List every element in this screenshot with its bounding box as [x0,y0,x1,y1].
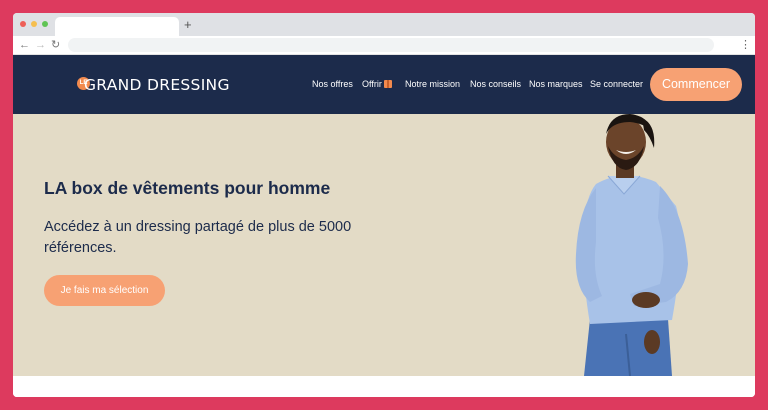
browser-window: + ← → ↻ ⋮ LE GRAND DRESSING Nos offres O… [13,13,755,397]
new-tab-button[interactable]: + [184,16,192,33]
hero-subtitle: Accédez à un dressing partagé de plus de… [44,219,352,256]
reload-icon[interactable]: ↻ [51,38,60,52]
nav-item-notre-mission[interactable]: Notre mission [405,55,460,114]
browser-toolbar: ← → ↻ ⋮ [13,36,755,55]
address-bar[interactable] [68,38,714,52]
arrow-left-icon[interactable]: ← [19,38,30,52]
nav-item-se-connecter[interactable]: Se connecter [590,55,643,114]
model-photo [575,114,688,376]
close-window-button[interactable] [20,21,26,27]
tab-bar: + [13,13,755,36]
kebab-menu-icon[interactable]: ⋮ [740,38,751,52]
below-fold-area [13,376,755,397]
nav-item-offrir[interactable]: Offrir [362,55,392,114]
logo-text: GRAND DRESSING [84,76,230,94]
commencer-button[interactable]: Commencer [650,68,742,101]
minimize-window-button[interactable] [31,21,37,27]
hero-title: LA box de vêtements pour homme [44,178,331,198]
site-header: LE GRAND DRESSING Nos offres Offrir Notr… [13,55,755,114]
selection-button[interactable]: Je fais ma sélection [44,275,165,306]
nav-item-nos-marques[interactable]: Nos marques [529,55,583,114]
web-page: LE GRAND DRESSING Nos offres Offrir Notr… [13,55,755,397]
browser-tab[interactable] [55,17,179,36]
hero-section: LA box de vêtements pour homme Accédez à… [13,114,755,376]
maximize-window-button[interactable] [42,21,48,27]
nav-item-offrir-label: Offrir [362,79,382,89]
nav-item-nos-offres[interactable]: Nos offres [312,55,353,114]
arrow-right-icon[interactable]: → [35,38,46,52]
gift-icon [383,80,392,88]
nav-item-nos-conseils[interactable]: Nos conseils [470,55,521,114]
